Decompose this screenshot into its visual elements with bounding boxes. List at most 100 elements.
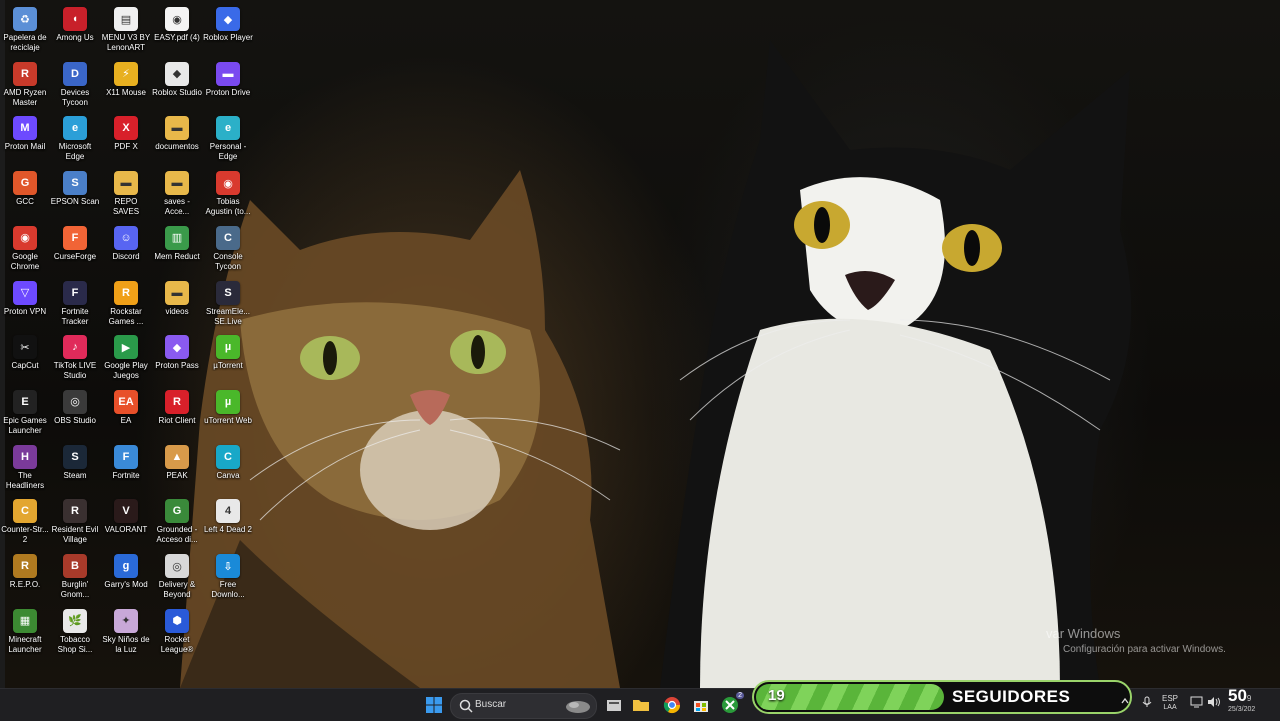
desktop-icon-label: Sky Niños de la Luz [102,634,150,654]
left4dead-icon: 4 [216,499,240,524]
activate-windows-hint: Configuración para activar Windows. [1063,644,1226,655]
desktop-icon[interactable]: ▬ Proton Drive [203,59,253,113]
tray-network[interactable] [1190,696,1204,711]
burglin-gnomes-icon: B [63,554,87,578]
desktop-icon[interactable]: G GCC [0,168,50,222]
input-language-indicator[interactable]: ESP LAA [1162,694,1178,712]
desktop-icon[interactable]: ✂ CapCut [0,332,50,386]
desktop-icon[interactable]: R R.E.P.O. [0,551,50,605]
folder-shortcut-icon: ▬ [165,171,189,196]
tray-microphone[interactable] [1142,696,1152,711]
desktop-icon[interactable]: R AMD Ryzen Master [0,59,50,113]
chrome-icon: ◉ [13,225,37,250]
desktop-icon[interactable]: ◆ Roblox Player [203,4,253,58]
desktop-icon[interactable]: ⬢ Rocket League® [152,606,202,660]
desktop-icon[interactable]: ⇩ Free Downlo... [203,551,253,605]
desktop-icon-label: Grounded - Acceso di... [156,525,198,545]
desktop-icon[interactable]: F Fortnite [101,442,151,496]
taskbar-app-store[interactable] [691,695,711,715]
taskbar-app-chrome[interactable] [662,695,682,715]
desktop-icon-label: videos [165,306,189,316]
desktop-icon[interactable]: ♪ TikTok LIVE Studio [50,332,100,386]
desktop-icon[interactable]: ▶ Google Play Juegos [101,332,151,386]
desktop-icon[interactable]: E Epic Games Launcher [0,387,50,441]
desktop-icon[interactable]: ▽ Proton VPN [0,278,50,332]
tobacco-shop-icon: 🌿 [63,608,87,633]
desktop-icon-label: Google Chrome [10,251,40,271]
tray-volume[interactable] [1207,696,1221,711]
desktop-icon[interactable]: B Burglin' Gnom... [50,551,100,605]
start-button[interactable] [424,695,444,715]
desktop-icon[interactable]: X PDF X [101,113,151,167]
desktop-icon[interactable]: F CurseForge [50,223,100,277]
taskbar-search-box[interactable]: Buscar [450,693,597,719]
follower-goal-banner: 19 SEGUIDORES [752,680,1132,714]
desktop-icon-label: Steam [63,470,87,480]
epic-games-icon: E [13,389,37,414]
desktop-icon[interactable]: ◉ Google Chrome [0,223,50,277]
desktop-icon[interactable]: ▬ documentos [152,113,202,167]
desktop-icon[interactable]: R Riot Client [152,387,202,441]
desktop-icon-label: Rockstar Games ... [108,306,144,326]
desktop-icon[interactable]: F Fortnite Tracker [50,278,100,332]
desktop-icon[interactable]: D Devices Tycoon [50,59,100,113]
desktop-icon[interactable]: ▬ saves - Acce... [152,168,202,222]
desktop-icon[interactable]: C Console Tycoon [203,223,253,277]
desktop-icon[interactable]: EA EA [101,387,151,441]
desktop-icon[interactable]: ☺ Discord [101,223,151,277]
desktop-icon[interactable]: ▦ Minecraft Launcher [0,606,50,660]
desktop-icon[interactable]: R Resident Evil Village [50,496,100,550]
desktop-icon[interactable]: ✦ Sky Niños de la Luz [101,606,151,660]
desktop-icon[interactable]: 4 Left 4 Dead 2 [203,496,253,550]
desktop-icon[interactable]: ▲ PEAK [152,442,202,496]
grounded-icon: G [165,499,189,524]
desktop-icon-label: Epic Games Launcher [3,415,47,435]
desktop-icon[interactable]: ⚡ X11 Mouse [101,59,151,113]
desktop-icon[interactable]: ◉ EASY.pdf (4) [152,4,202,58]
desktop-icon[interactable]: M Proton Mail [0,113,50,167]
folder-icon: ▬ [165,280,189,305]
desktop-icon[interactable]: 🌿 Tobacco Shop Si... [50,606,100,660]
desktop-icon[interactable]: µ uTorrent Web [203,387,253,441]
desktop-icon[interactable]: S EPSON Scan [50,168,100,222]
desktop-icon[interactable]: ◎ Delivery & Beyond [152,551,202,605]
desktop-icon[interactable]: ◆ Roblox Studio [152,59,202,113]
taskbar-app-xbox[interactable]: 2 [720,692,744,715]
desktop-icon[interactable]: ▥ Mem Reduct [152,223,202,277]
desktop-icon-label: MENU V3 BY LenonART [101,33,151,52]
desktop-icon[interactable]: ◖ Among Us [50,4,100,58]
desktop-icon[interactable]: ▬ videos [152,278,202,332]
taskbar-app-explorer[interactable] [604,695,624,715]
tray-overflow-button[interactable] [1120,696,1130,709]
edge-profile-icon: e [216,116,240,141]
desktop-icon[interactable]: e Microsoft Edge [50,113,100,167]
desktop-icon[interactable]: e Personal - Edge [203,113,253,167]
windows-logo-icon [426,697,442,713]
desktop-icon[interactable]: S StreamEle... SE.Live [203,278,253,332]
desktop-icon[interactable]: ◉ Tobias Agustin (to... [203,168,253,222]
desktop-icon[interactable]: C Counter-Str... 2 [0,496,50,550]
console-tycoon-icon: C [216,225,240,250]
desktop-icon[interactable]: ▬ REPO SAVES [101,168,151,222]
desktop-icon[interactable]: R Rockstar Games ... [101,278,151,332]
desktop-icon[interactable]: G Grounded - Acceso di... [152,496,202,550]
taskbar-app-folder[interactable] [631,695,651,715]
desktop-icon-label: documentos [155,142,199,152]
desktop-icon[interactable]: S Steam [50,442,100,496]
desktop-icon[interactable]: ◎ OBS Studio [50,387,100,441]
folder-icon: ▬ [114,171,138,196]
desktop-icon[interactable]: ♻ Papelera de reciclaje [0,4,50,58]
taskbar-clock[interactable]: 509 25/3/202 [1228,686,1255,713]
desktop-icon[interactable]: C Canva [203,442,253,496]
folder-icon: ▬ [165,116,189,141]
speaker-icon [1208,697,1220,707]
desktop-icon[interactable]: ◆ Proton Pass [152,332,202,386]
free-download-icon: ⇩ [216,554,240,578]
desktop-icon[interactable]: ▤ MENU V3 BY LenonART [101,4,151,58]
desktop-icon[interactable]: H The Headliners [0,442,50,496]
desktop-icon[interactable]: g Garry's Mod [101,551,151,605]
desktop-icon[interactable]: µ µTorrent [203,332,253,386]
desktop-icon-label: CapCut [11,361,39,371]
desktop-icon[interactable]: V VALORANT [101,496,151,550]
search-highlight-icon [566,701,590,713]
